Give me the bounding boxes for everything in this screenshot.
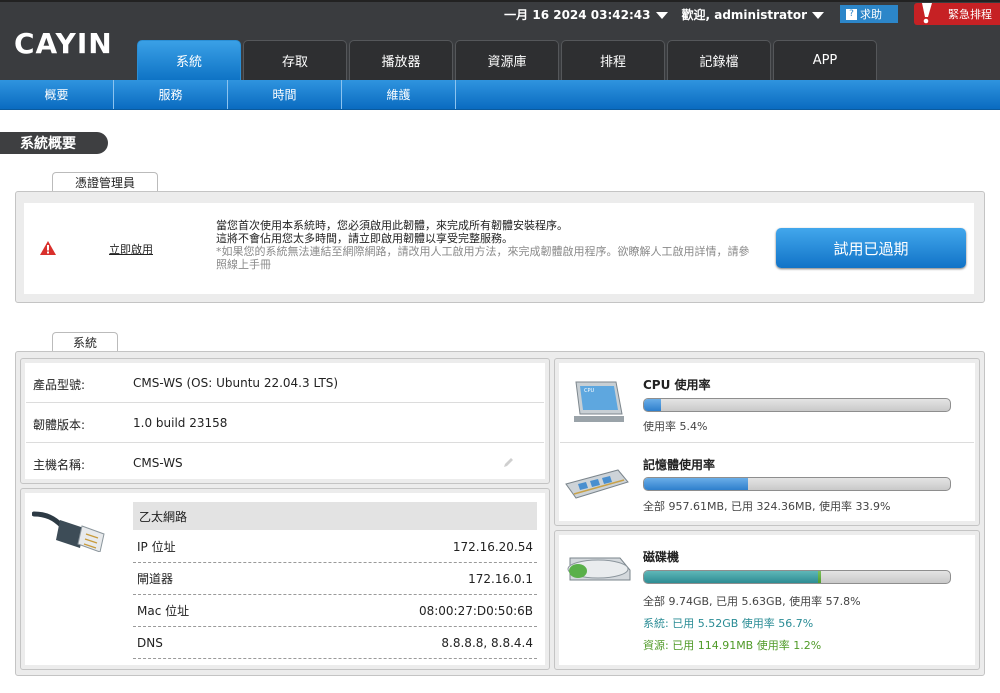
- memory-progress-bar: [643, 477, 951, 491]
- cpu-icon: CPU: [574, 381, 624, 422]
- chevron-down-icon: [655, 11, 668, 19]
- sub-nav: 概要 服務 時間 維護: [0, 80, 1000, 110]
- cpu-progress-bar: [643, 398, 951, 412]
- activate-now-link[interactable]: 立即啟用: [109, 241, 153, 257]
- help-icon: ?: [846, 8, 857, 20]
- hard-drive-icon: [567, 557, 631, 581]
- mac-label: Mac 位址: [137, 604, 190, 618]
- tab-license-manager[interactable]: 憑證管理員: [52, 172, 158, 192]
- tab-app[interactable]: APP: [773, 40, 877, 80]
- chevron-down-icon: [812, 11, 824, 19]
- welcome-text: 歡迎, administrator: [681, 7, 808, 22]
- network-row-mac: Mac 位址 08:00:27:D0:50:6B: [133, 595, 537, 627]
- ethernet-cable-icon: [32, 511, 105, 552]
- tab-access[interactable]: 存取: [243, 40, 347, 80]
- top-header: CAYIN 一月 16 2024 03:42:43 歡迎, administra…: [0, 0, 1000, 80]
- divider: [26, 402, 544, 403]
- memory-bar-fill: [644, 478, 748, 490]
- subnav-services[interactable]: 服務: [114, 80, 228, 109]
- cpu-title: CPU 使用率: [643, 378, 711, 392]
- disk-progress-bar: [643, 570, 951, 584]
- page-title: 系統概要: [0, 132, 108, 154]
- urgent-schedule-button[interactable]: 緊急排程: [914, 3, 1000, 25]
- datetime-text: 一月 16 2024 03:42:43: [504, 7, 651, 22]
- exclamation-icon: [922, 3, 932, 24]
- disk-title: 磁碟機: [643, 550, 680, 564]
- subnav-time[interactable]: 時間: [228, 80, 342, 109]
- cpu-usage-text: 使用率 5.4%: [643, 420, 708, 433]
- license-message: 當您首次使用本系統時，您必須啟用此韌體，來完成所有韌體安裝程序。 這將不會佔用您…: [216, 219, 756, 271]
- divider: [26, 442, 544, 443]
- help-label: 求助: [860, 8, 882, 21]
- disk-system-text: 系統: 已用 5.52GB 使用率 56.7%: [643, 617, 814, 630]
- hostname-label: 主機名稱:: [33, 458, 86, 472]
- urgent-label: 緊急排程: [948, 8, 992, 21]
- license-line-1: 當您首次使用本系統時，您必須啟用此韌體，來完成所有韌體安裝程序。: [216, 219, 568, 232]
- tab-system-section[interactable]: 系統: [52, 332, 118, 352]
- ip-value: 172.16.20.54: [452, 539, 533, 554]
- top-bar: 一月 16 2024 03:42:43 歡迎, administrator ? 求…: [504, 3, 1000, 25]
- license-line-2: 這將不會佔用您太多時間，請立即啟用韌體以享受完整服務。: [216, 232, 513, 245]
- firmware-value: 1.0 build 23158: [133, 416, 228, 430]
- memory-title: 記憶體使用率: [643, 458, 716, 472]
- network-row-ip: IP 位址 172.16.20.54: [133, 531, 537, 563]
- network-row-gateway: 閘道器 172.16.0.1: [133, 563, 537, 595]
- license-note: *如果您的系統無法連結至網際網路，請改用人工啟用方法，來完成韌體啟用程序。欲瞭解…: [216, 245, 750, 271]
- main-tabs: 系統 存取 播放器 資源庫 排程 記錄檔 APP: [137, 40, 879, 80]
- tab-player[interactable]: 播放器: [349, 40, 453, 80]
- cayin-logo: CAYIN: [14, 28, 113, 58]
- dns-value: 8.8.8.8, 8.8.4.4: [441, 635, 533, 650]
- edit-icon[interactable]: [503, 456, 515, 468]
- mac-value: 08:00:27:D0:50:6B: [418, 603, 533, 618]
- disk-resource-fill: [817, 571, 822, 583]
- dns-label: DNS: [137, 635, 163, 650]
- warning-icon: [40, 241, 56, 255]
- ip-label: IP 位址: [137, 540, 176, 554]
- model-label: 產品型號:: [33, 378, 86, 392]
- disk-resource-text: 資源: 已用 114.91MB 使用率 1.2%: [643, 639, 822, 652]
- subnav-overview[interactable]: 概要: [0, 80, 114, 109]
- user-menu[interactable]: 歡迎, administrator: [681, 6, 824, 23]
- tab-library[interactable]: 資源庫: [455, 40, 559, 80]
- disk-usage-text: 全部 9.74GB, 已用 5.63GB, 使用率 57.8%: [643, 595, 861, 608]
- tab-system[interactable]: 系統: [137, 40, 241, 80]
- trial-expired-button[interactable]: 試用已過期: [776, 228, 966, 268]
- cpu-chip-label: CPU: [584, 388, 595, 394]
- gateway-value: 172.16.0.1: [468, 571, 533, 586]
- firmware-label: 韌體版本:: [33, 418, 86, 432]
- datetime-menu[interactable]: 一月 16 2024 03:42:43: [504, 6, 668, 23]
- network-row-dns: DNS 8.8.8.8, 8.8.4.4: [133, 627, 537, 659]
- subnav-maintenance[interactable]: 維護: [342, 80, 456, 109]
- model-value: CMS-WS (OS: Ubuntu 22.04.3 LTS): [133, 376, 339, 390]
- help-button[interactable]: ? 求助: [840, 5, 898, 23]
- disk-system-fill: [644, 571, 818, 583]
- cpu-bar-fill: [644, 399, 661, 411]
- memory-icon: [565, 469, 629, 499]
- svg-text:CAYIN: CAYIN: [14, 28, 113, 58]
- tab-schedule[interactable]: 排程: [561, 40, 665, 80]
- memory-usage-text: 全部 957.61MB, 已用 324.36MB, 使用率 33.9%: [643, 500, 891, 513]
- gateway-label: 閘道器: [137, 572, 174, 586]
- tab-log[interactable]: 記錄檔: [667, 40, 771, 80]
- hostname-value: CMS-WS: [133, 456, 183, 470]
- divider: [560, 442, 974, 443]
- ethernet-header: 乙太網路: [133, 502, 537, 530]
